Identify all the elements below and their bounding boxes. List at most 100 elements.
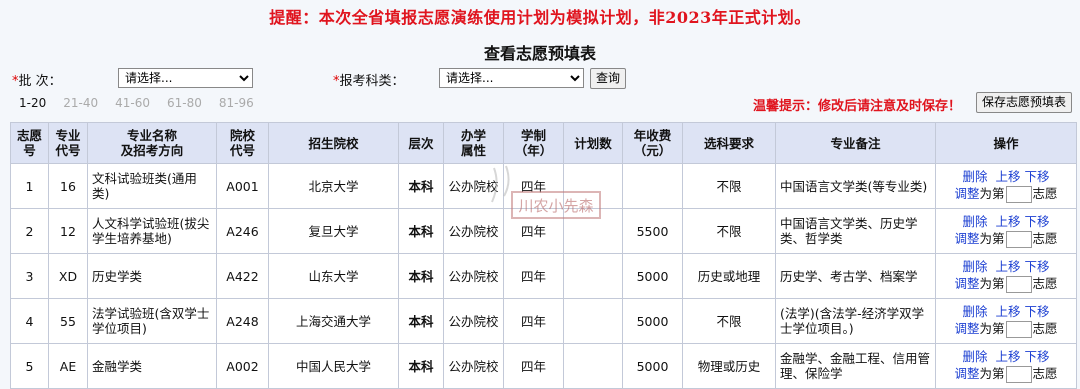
- cell-ops: 删除 上移 下移调整为第 志愿: [935, 298, 1077, 344]
- move-down-link[interactable]: 下移: [1025, 349, 1050, 364]
- delete-link[interactable]: 删除: [962, 214, 987, 229]
- header-school: 招生院校: [268, 122, 399, 164]
- adjust-position-input[interactable]: [1005, 186, 1032, 203]
- cell-remark: 中国语言文学类(等专业类): [775, 163, 936, 209]
- cell-school: 上海交通大学: [268, 298, 399, 344]
- cell-ops: 删除 上移 下移 调整为第 志愿: [935, 163, 1077, 209]
- adjust-link[interactable]: 调整: [954, 276, 979, 291]
- page-link-4[interactable]: 61-80: [167, 96, 202, 110]
- adjust-position-input[interactable]: [1005, 276, 1032, 293]
- cell-remark: 金融学、金融工程、信用管理、保险学: [775, 343, 936, 389]
- preference-table: 志愿号 专业 代号 专业名称 及招考方向 院校 代号 招生院校 层次 办学 属性 学制（…: [10, 122, 1077, 389]
- subject-label-text: 报考科类：: [339, 74, 405, 89]
- cell-remark: 历史学、考古学、档案学: [775, 253, 936, 299]
- cell-years: 四年: [503, 298, 564, 344]
- cell-plan: [563, 163, 623, 209]
- delete-link[interactable]: 删除: [962, 169, 987, 184]
- cell-major-name: 文科试验班类(通用类): [87, 163, 217, 209]
- adjust-link[interactable]: 调整: [954, 231, 979, 246]
- adjust-position-input[interactable]: [1005, 321, 1032, 338]
- delete-link[interactable]: 删除: [962, 259, 987, 274]
- table-row: 1 16 文科试验班类(通用类) A001 北京大学 本科 公办院校 四年 不限 中国语言文学类(…: [10, 163, 1077, 209]
- cell-plan: [563, 253, 623, 299]
- cell-years: 四年: [503, 163, 564, 209]
- header-years: 学制 （年）: [503, 122, 564, 164]
- adjust-suffix-label: 志愿: [1032, 186, 1058, 201]
- adjust-link[interactable]: 调整: [954, 321, 979, 336]
- cell-no: 3: [10, 253, 49, 299]
- cell-years: 四年: [503, 253, 564, 299]
- move-down-link[interactable]: 下移: [1025, 214, 1050, 229]
- move-up-link[interactable]: 上移: [995, 214, 1020, 229]
- table-row: 2 12 人文科学试验班(拔尖学生培养基地) A246 复旦大学 本科 公办院校 四年 5500…: [10, 208, 1077, 254]
- cell-level: 本科: [398, 253, 444, 299]
- adjust-position-input[interactable]: [1005, 231, 1032, 248]
- cell-major-name: 历史学类: [87, 253, 217, 299]
- table-row: 4 55 法学试验班(含双学士学位项目) A248 上海交通大学 本科 公办院校 四年 5000…: [10, 298, 1077, 344]
- cell-fee: [622, 163, 683, 209]
- cell-attr: 公办院校: [443, 163, 504, 209]
- save-form-button[interactable]: 保存志愿预填表: [976, 92, 1073, 113]
- header-plan: 计划数: [563, 122, 623, 164]
- cell-attr: 公办院校: [443, 208, 504, 254]
- header-attr: 办学 属性: [443, 122, 504, 164]
- delete-link[interactable]: 删除: [962, 349, 987, 364]
- header-remark: 专业备注: [775, 122, 936, 164]
- adjust-to-label: 为第: [979, 366, 1005, 381]
- page-link-2[interactable]: 21-40: [63, 96, 98, 110]
- move-up-link[interactable]: 上移: [995, 349, 1020, 364]
- cell-attr: 公办院校: [443, 343, 504, 389]
- subject-select[interactable]: 请选择...: [439, 68, 584, 88]
- cell-major-name: 金融学类: [87, 343, 217, 389]
- delete-link[interactable]: 删除: [962, 304, 987, 319]
- batch-select[interactable]: 请选择...: [118, 68, 253, 88]
- pagination: 1-20 21-40 41-60 61-80 81-96: [19, 96, 271, 110]
- header-major-name: 专业名称 及招考方向: [87, 122, 217, 164]
- subject-label: *报考科类：: [333, 74, 405, 89]
- cell-level: 本科: [398, 298, 444, 344]
- cell-years: 四年: [503, 208, 564, 254]
- table-row: 5 AE 金融学类 A002 中国人民大学 本科 公办院校 四年 5000 物理或历史 金融学、金融…: [10, 343, 1077, 389]
- cell-requirement: 不限: [682, 298, 776, 344]
- cell-level: 本科: [398, 208, 444, 254]
- cell-major-code: XD: [48, 253, 88, 299]
- cell-level: 本科: [398, 343, 444, 389]
- move-up-link[interactable]: 上移: [995, 304, 1020, 319]
- adjust-link[interactable]: 调整: [954, 366, 979, 381]
- header-no: 志愿号: [10, 122, 49, 164]
- cell-requirement: 物理或历史: [682, 343, 776, 389]
- cell-years: 四年: [503, 343, 564, 389]
- adjust-suffix-label: 志愿: [1032, 321, 1058, 336]
- query-button[interactable]: 查询: [590, 68, 627, 89]
- adjust-position-input[interactable]: [1005, 366, 1032, 383]
- table-row: 3 XD 历史学类 A422 山东大学 本科 公办院校 四年 5000 历史或地理 历史学、考古学、…: [10, 253, 1077, 299]
- move-up-link[interactable]: 上移: [995, 169, 1020, 184]
- cell-major-code: 16: [48, 163, 88, 209]
- cell-level: 本科: [398, 163, 444, 209]
- cell-school-code: A002: [216, 343, 269, 389]
- header-fee: 年收费 （元）: [622, 122, 683, 164]
- move-up-link[interactable]: 上移: [995, 259, 1020, 274]
- adjust-link[interactable]: 调整: [954, 186, 979, 201]
- page-link-5[interactable]: 81-96: [219, 96, 254, 110]
- cell-plan: [563, 343, 623, 389]
- cell-plan: [563, 298, 623, 344]
- move-down-link[interactable]: 下移: [1025, 304, 1050, 319]
- cell-plan: [563, 208, 623, 254]
- cell-school: 中国人民大学: [268, 343, 399, 389]
- move-down-link[interactable]: 下移: [1025, 169, 1050, 184]
- page-link-3[interactable]: 41-60: [115, 96, 150, 110]
- cell-ops: 删除 上移 下移 调整为第 志愿: [935, 253, 1077, 299]
- cell-major-code: AE: [48, 343, 88, 389]
- cell-requirement: 不限: [682, 208, 776, 254]
- page-link-1[interactable]: 1-20: [19, 96, 46, 110]
- header-level: 层次: [398, 122, 444, 164]
- mock-plan-notice: 提醒：本次全省填报志愿演练使用计划为模拟计划，非2023年正式计划。: [269, 8, 811, 27]
- cell-school-code: A248: [216, 298, 269, 344]
- cell-no: 2: [10, 208, 49, 254]
- cell-ops: 删除 上移 下移 调整为第 志愿: [935, 208, 1077, 254]
- header-major-code: 专业 代号: [48, 122, 88, 164]
- adjust-to-label: 为第: [979, 276, 1005, 291]
- adjust-to-label: 为第: [979, 321, 1005, 336]
- move-down-link[interactable]: 下移: [1025, 259, 1050, 274]
